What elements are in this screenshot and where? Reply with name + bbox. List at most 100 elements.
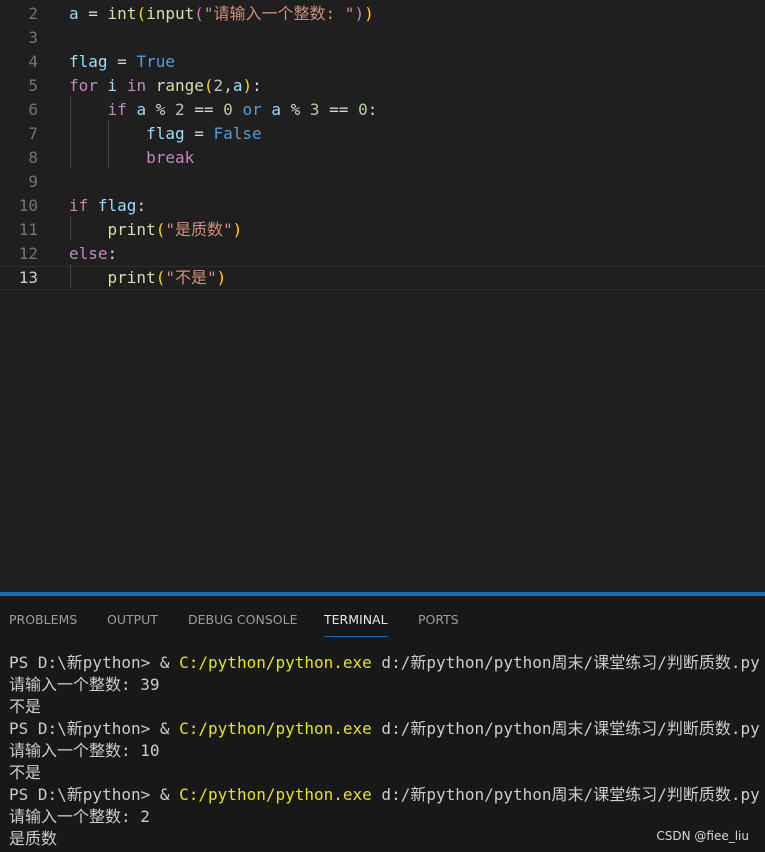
code-token: ==	[319, 100, 359, 119]
terminal-text: 不是	[9, 763, 42, 782]
code-line[interactable]: 10 if flag:	[0, 194, 765, 218]
terminal-line: 请输入一个整数: 39	[9, 674, 759, 696]
code-token: range	[155, 76, 204, 95]
code-text: print("不是")	[69, 266, 227, 290]
code-token: (	[136, 4, 147, 23]
tab-problems[interactable]: PROBLEMS	[9, 610, 77, 636]
terminal-text: 请输入一个整数: 10	[9, 741, 160, 760]
code-token: 2	[213, 76, 224, 95]
terminal-prompt: PS D:\新python> &	[9, 653, 180, 672]
code-token: =	[184, 124, 214, 143]
code-line[interactable]: 11 print("是质数")	[0, 218, 765, 242]
code-text: flag = False	[69, 122, 262, 146]
code-token: input	[146, 4, 195, 23]
terminal-prompt: PS D:\新python> &	[9, 785, 180, 804]
line-number: 12	[18, 244, 38, 263]
code-editor[interactable]: 2a = int(input("请输入一个整数: ")) 3 4 flag = Tru…	[0, 0, 765, 592]
code-token: 3	[309, 100, 320, 119]
terminal-command: C:/python/python.exe	[179, 653, 372, 672]
code-line[interactable]: 4 flag = True	[0, 50, 765, 74]
code-token: ,	[223, 76, 233, 95]
code-token: flag	[97, 196, 137, 215]
code-token: else	[69, 244, 108, 263]
code-text: else:	[69, 242, 117, 266]
code-text: if flag:	[69, 194, 146, 218]
tab-debug-console[interactable]: DEBUG CONSOLE	[188, 610, 297, 636]
terminal-args: d:/新python/python周末/课堂练习/判断质数.py	[371, 719, 760, 738]
terminal-prompt: PS D:\新python> &	[9, 719, 180, 738]
code-token: if	[107, 100, 127, 119]
code-line[interactable]: 5 for i in range(2,a):	[0, 74, 765, 98]
code-line[interactable]: 7 flag = False	[0, 122, 765, 146]
indent-guide	[70, 216, 71, 240]
code-line[interactable]: 13 print("不是")	[0, 266, 765, 290]
terminal-text: 不是	[9, 697, 42, 716]
code-line[interactable]: 8 break	[0, 146, 765, 170]
code-token: )	[364, 4, 374, 23]
code-token: )	[216, 268, 227, 287]
code-token: int	[107, 4, 137, 23]
code-token: )	[354, 4, 365, 23]
terminal-args: d:/新python/python周末/课堂练习/判断质数.py	[371, 785, 760, 804]
line-number: 6	[28, 100, 38, 119]
code-text: print("是质数")	[69, 218, 243, 242]
code-token: :	[367, 100, 378, 119]
code-token: False	[213, 124, 262, 143]
tab-terminal[interactable]: TERMINAL	[324, 610, 388, 637]
terminal-line: 不是	[9, 762, 759, 784]
code-token: (	[194, 4, 204, 23]
line-number: 3	[28, 28, 38, 47]
code-token: if	[69, 196, 89, 215]
line-number: 9	[28, 172, 38, 191]
terminal-text: 请输入一个整数: 2	[9, 807, 150, 826]
line-number: 11	[18, 220, 38, 239]
code-token: break	[146, 148, 195, 167]
code-line[interactable]: 12 else:	[0, 242, 765, 266]
code-token: :	[107, 244, 118, 263]
code-token: "请输入一个整数: "	[203, 4, 355, 23]
code-token: a	[271, 100, 281, 119]
code-token: for	[69, 76, 98, 95]
code-token: flag	[146, 124, 185, 143]
line-number: 10	[18, 196, 38, 215]
code-token: a	[69, 4, 79, 23]
terminal-command: C:/python/python.exe	[179, 719, 372, 738]
line-number: 2	[28, 4, 38, 23]
code-text: break	[69, 146, 194, 170]
terminal-output[interactable]: PS D:\新python> & C:/python/python.exe d:…	[9, 652, 760, 852]
code-line[interactable]: 2a = int(input("请输入一个整数: "))	[0, 2, 765, 26]
terminal-line: 不是	[9, 696, 759, 718]
panel-tabs: PROBLEMS OUTPUT DEBUG CONSOLE TERMINAL P…	[0, 596, 765, 640]
code-token: "是质数"	[165, 220, 233, 239]
line-number: 7	[28, 124, 38, 143]
line-number: 4	[28, 52, 38, 71]
code-line[interactable]: 3	[0, 26, 765, 50]
code-text: flag = True	[69, 50, 175, 74]
terminal-line: PS D:\新python> & C:/python/python.exe d:…	[9, 652, 760, 674]
tab-ports[interactable]: PORTS	[418, 610, 459, 636]
code-token: (	[155, 220, 166, 239]
code-token: "不是"	[165, 268, 217, 287]
tab-output[interactable]: OUTPUT	[107, 610, 158, 636]
code-text: if a % 2 == 0 or a % 3 == 0:	[69, 98, 378, 122]
code-token: 0	[223, 100, 233, 119]
code-line[interactable]: 6 if a % 2 == 0 or a % 3 == 0:	[0, 98, 765, 122]
indent-guide	[108, 120, 109, 168]
line-number: 13	[18, 268, 38, 287]
code-token: True	[136, 52, 175, 71]
code-token: =	[107, 52, 137, 71]
code-token: a	[136, 100, 147, 119]
code-token: in	[126, 76, 147, 95]
code-token: 0	[358, 100, 368, 119]
code-token: :	[136, 196, 147, 215]
code-line[interactable]: 9	[0, 170, 765, 194]
